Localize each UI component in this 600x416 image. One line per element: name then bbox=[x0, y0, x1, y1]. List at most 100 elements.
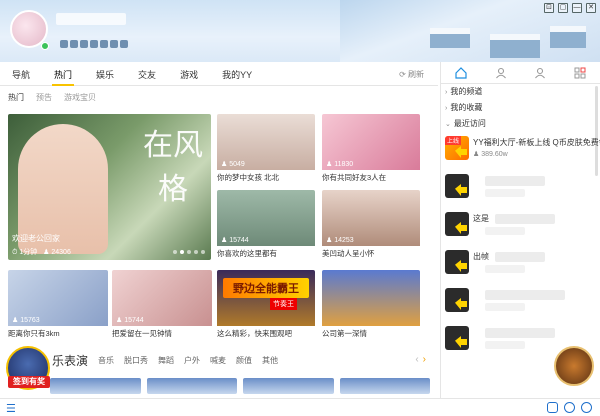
tab-games[interactable]: 游戏 bbox=[168, 64, 210, 86]
tab-friends[interactable] bbox=[481, 62, 521, 83]
channel-title: 出帧 bbox=[473, 252, 489, 261]
stream-card[interactable]: ♟ 11830 你有共同好友3人在 bbox=[322, 114, 420, 184]
channel-title: YY福利大厅-新板上线 Q币皮肤免费领 bbox=[473, 138, 600, 147]
stream-thumbnail: ♟ 15763 bbox=[8, 270, 108, 326]
channel-logo: 上线 bbox=[445, 136, 469, 160]
stream-card[interactable]: ♟ 15763 距离你只有3km bbox=[8, 270, 108, 340]
header-bar: ⊡ ▢ — ✕ bbox=[0, 0, 600, 62]
settings-icon[interactable] bbox=[564, 402, 575, 413]
chevron-right-icon: › bbox=[445, 89, 448, 96]
toolbar-icons bbox=[547, 402, 592, 413]
stream-card[interactable]: ♟ 14253 美凹动人呈小怀 bbox=[322, 190, 420, 260]
medal-icon[interactable] bbox=[80, 40, 88, 48]
tab-navigation[interactable]: 导航 bbox=[0, 64, 42, 86]
menu-button[interactable]: ▢ bbox=[558, 3, 568, 13]
tab-social[interactable]: 交友 bbox=[126, 64, 168, 86]
tab-entertainment[interactable]: 娱乐 bbox=[84, 64, 126, 86]
floating-reward-icon[interactable] bbox=[554, 346, 594, 386]
viewer-count: ♟ 15763 bbox=[12, 317, 40, 324]
window-controls: ⊡ ▢ — ✕ bbox=[544, 3, 596, 13]
section-tab-outdoor[interactable]: 户外 bbox=[184, 355, 200, 366]
stream-card[interactable]: ♟ 5049 你的梦中女孩 北北 bbox=[217, 114, 315, 184]
blurred-meta bbox=[485, 341, 525, 349]
game-banner: 野边全能霸王 bbox=[223, 278, 309, 298]
subtab-hot[interactable]: 热门 bbox=[8, 92, 24, 103]
section-tab-shout[interactable]: 喊麦 bbox=[210, 355, 226, 366]
refresh-label: 刷新 bbox=[408, 70, 424, 79]
game-card[interactable]: 公司第一深情 bbox=[322, 270, 420, 340]
yy-logo-icon bbox=[455, 184, 467, 196]
game-thumbnail bbox=[322, 270, 420, 326]
viewer-count: ♟ 15744 bbox=[116, 317, 144, 324]
featured-card[interactable]: 在风格 欢迎老公回家 ⏱ 1分钟 ♟ 24306 bbox=[8, 114, 211, 260]
search-icon[interactable] bbox=[581, 402, 592, 413]
preview-thumbnail[interactable] bbox=[146, 378, 237, 394]
featured-title: 欢迎老公回家 bbox=[12, 234, 60, 243]
skin-button[interactable]: ⊡ bbox=[544, 3, 554, 13]
stream-thumbnail: ♟ 15744 bbox=[217, 190, 315, 246]
heart-icon[interactable] bbox=[100, 40, 108, 48]
section-pager: ‹ › bbox=[415, 354, 426, 365]
blurred-meta bbox=[485, 303, 525, 311]
blurred-title bbox=[495, 214, 555, 224]
section-tab-music[interactable]: 音乐 bbox=[98, 355, 114, 366]
section-tab-dance[interactable]: 舞蹈 bbox=[158, 355, 174, 366]
recent-item[interactable]: 这是 bbox=[445, 208, 600, 246]
yy-logo-icon bbox=[455, 260, 467, 272]
main-menu-icon[interactable]: ☰ bbox=[6, 402, 16, 415]
recent-item[interactable]: 出帧 bbox=[445, 246, 600, 284]
minimize-button[interactable]: — bbox=[572, 3, 582, 13]
preview-thumbnail[interactable] bbox=[339, 378, 430, 394]
tab-apps[interactable] bbox=[560, 62, 600, 83]
sign-in-label[interactable]: 签到有奖 bbox=[8, 376, 50, 388]
channel-logo bbox=[445, 212, 469, 236]
carousel-dots[interactable] bbox=[173, 250, 205, 254]
badge-icon[interactable] bbox=[90, 40, 98, 48]
featured-meta: ⏱ 1分钟 ♟ 24306 bbox=[12, 249, 71, 256]
stream-card[interactable]: ♟ 15744 你喜欢的这里都有 bbox=[217, 190, 315, 260]
subtab-preview[interactable]: 预告 bbox=[36, 92, 52, 103]
yy-logo-icon bbox=[455, 146, 467, 158]
subtab-game-babes[interactable]: 游戏宝贝 bbox=[64, 92, 96, 103]
stream-caption: 你有共同好友3人在 bbox=[322, 173, 387, 182]
channel-list: › 我的频道 › 我的收藏 ⌄ 最近访问 上线 YY福利大厅-新板上线 Q币皮肤免费领… bbox=[441, 84, 600, 360]
recent-item[interactable] bbox=[445, 284, 600, 322]
status-icon-row bbox=[60, 40, 128, 48]
stream-thumbnail: ♟ 11830 bbox=[322, 114, 420, 170]
prev-arrow-icon[interactable]: ‹ bbox=[415, 354, 418, 365]
close-button[interactable]: ✕ bbox=[586, 3, 596, 13]
stream-card[interactable]: ♟ 15744 把爱留在一见钟情 bbox=[112, 270, 212, 340]
section-tab-looks[interactable]: 颜值 bbox=[236, 355, 252, 366]
channel-listeners: ♟ 389.60w bbox=[473, 151, 508, 158]
category-favorites[interactable]: › 我的收藏 bbox=[445, 100, 600, 116]
level-icon[interactable] bbox=[60, 40, 68, 48]
blurred-meta bbox=[485, 227, 525, 235]
channel-logo bbox=[445, 250, 469, 274]
viewer-count: ♟ 11830 bbox=[326, 161, 354, 168]
category-my-channels[interactable]: › 我的频道 bbox=[445, 84, 600, 100]
blurred-title bbox=[485, 176, 545, 186]
video-icon[interactable] bbox=[547, 402, 558, 413]
recent-item[interactable] bbox=[445, 170, 600, 208]
vip-icon[interactable] bbox=[70, 40, 78, 48]
channel-logo bbox=[445, 174, 469, 198]
preview-thumbnail[interactable] bbox=[243, 378, 334, 394]
tab-groups[interactable] bbox=[521, 62, 561, 83]
preview-thumbnail[interactable] bbox=[50, 378, 141, 394]
game-card[interactable]: 野边全能霸王 节奏王 这么精彩，快来围观吧 bbox=[217, 270, 315, 340]
coin-icon[interactable] bbox=[120, 40, 128, 48]
group-icon bbox=[535, 67, 546, 78]
stream-caption: 距离你只有3km bbox=[8, 329, 60, 338]
tab-hot[interactable]: 热门 bbox=[42, 64, 84, 86]
next-arrow-icon[interactable]: › bbox=[423, 354, 426, 365]
stream-caption: 把爱留在一见钟情 bbox=[112, 329, 172, 338]
tab-my-yy[interactable]: 我的YY bbox=[210, 64, 264, 86]
diamond-icon[interactable] bbox=[110, 40, 118, 48]
stream-caption: 美凹动人呈小怀 bbox=[322, 249, 375, 258]
recent-item[interactable]: 上线 YY福利大厅-新板上线 Q币皮肤免费领 ♟ 389.60w bbox=[445, 132, 600, 170]
section-tab-talkshow[interactable]: 脱口秀 bbox=[124, 355, 148, 366]
refresh-button[interactable]: ⟳ 刷新 bbox=[399, 64, 424, 86]
tab-home[interactable] bbox=[441, 62, 481, 83]
category-recent[interactable]: ⌄ 最近访问 bbox=[445, 116, 600, 132]
section-tab-other[interactable]: 其他 bbox=[262, 355, 278, 366]
